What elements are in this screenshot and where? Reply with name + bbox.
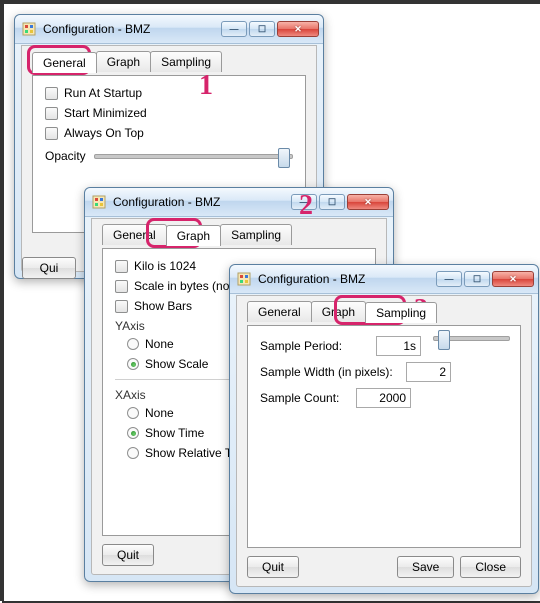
row-run-at-startup: Run At Startup — [45, 86, 293, 100]
window-title: Configuration - BMZ — [258, 272, 434, 286]
tab-graph[interactable]: Graph — [96, 51, 151, 72]
app-icon — [91, 194, 107, 210]
quit-button-partial[interactable]: Qui — [22, 257, 76, 279]
minimize-button[interactable]: — — [436, 271, 462, 287]
radio-yaxis-show-scale[interactable] — [127, 358, 139, 370]
app-icon — [21, 21, 37, 37]
input-sample-width[interactable]: 2 — [406, 362, 451, 382]
label-always-on-top: Always On Top — [64, 126, 144, 140]
tab-graph[interactable]: Graph — [311, 301, 366, 322]
minimize-button[interactable]: — — [221, 21, 247, 37]
row-sample-period: Sample Period: 1s — [260, 336, 508, 356]
window-title: Configuration - BMZ — [43, 22, 219, 36]
label-xaxis-none: None — [145, 406, 174, 420]
label-yaxis-show-scale: Show Scale — [145, 357, 208, 371]
label-sample-count: Sample Count: — [260, 391, 350, 405]
label-start-minimized: Start Minimized — [64, 106, 147, 120]
client-area: General Graph Sampling Sample Period: 1s… — [236, 295, 532, 587]
label-sample-period: Sample Period: — [260, 339, 370, 353]
row-always-on-top: Always On Top — [45, 126, 293, 140]
tabstrip: General Graph Sampling — [22, 46, 316, 72]
save-button[interactable]: Save — [397, 556, 454, 578]
maximize-button[interactable]: ☐ — [319, 194, 345, 210]
label-yaxis-none: None — [145, 337, 174, 351]
close-button-action[interactable]: Close — [460, 556, 521, 578]
close-button[interactable]: ✕ — [347, 194, 389, 210]
checkbox-start-minimized[interactable] — [45, 107, 58, 120]
row-sample-count: Sample Count: 2000 — [260, 388, 508, 408]
row-opacity: Opacity — [45, 146, 293, 166]
tab-general[interactable]: General — [32, 52, 97, 73]
minimize-button[interactable]: — — [291, 194, 317, 210]
radio-xaxis-show-time[interactable] — [127, 427, 139, 439]
input-sample-period[interactable]: 1s — [376, 336, 421, 356]
row-sample-width: Sample Width (in pixels): 2 — [260, 362, 508, 382]
checkbox-run-at-startup[interactable] — [45, 87, 58, 100]
close-button[interactable]: ✕ — [277, 21, 319, 37]
checkbox-show-bars[interactable] — [115, 300, 128, 313]
slider-opacity[interactable] — [94, 146, 293, 166]
tabstrip: General Graph Sampling — [237, 296, 531, 322]
row-start-minimized: Start Minimized — [45, 106, 293, 120]
titlebar[interactable]: Configuration - BMZ — ☐ ✕ — [15, 15, 323, 44]
checkbox-kilo[interactable] — [115, 260, 128, 273]
radio-xaxis-show-rel[interactable] — [127, 447, 139, 459]
label-kilo: Kilo is 1024 — [134, 259, 196, 273]
tab-general[interactable]: General — [102, 224, 167, 245]
label-xaxis-show-time: Show Time — [145, 426, 204, 440]
maximize-button[interactable]: ☐ — [249, 21, 275, 37]
window-title: Configuration - BMZ — [113, 195, 289, 209]
tab-general[interactable]: General — [247, 301, 312, 322]
quit-button[interactable]: Quit — [102, 544, 154, 566]
radio-yaxis-none[interactable] — [127, 338, 139, 350]
app-icon — [236, 271, 252, 287]
tabstrip: General Graph Sampling — [92, 219, 386, 245]
label-sample-width: Sample Width (in pixels): — [260, 365, 400, 379]
window-sampling: Configuration - BMZ — ☐ ✕ General Graph … — [229, 264, 539, 594]
label-run-at-startup: Run At Startup — [64, 86, 142, 100]
input-sample-count[interactable]: 2000 — [356, 388, 411, 408]
label-opacity: Opacity — [45, 149, 86, 163]
checkbox-always-on-top[interactable] — [45, 127, 58, 140]
label-show-bars: Show Bars — [134, 299, 192, 313]
tab-graph[interactable]: Graph — [166, 225, 221, 246]
maximize-button[interactable]: ☐ — [464, 271, 490, 287]
buttonbar: Quit Save Close — [247, 556, 521, 578]
slider-sample-period[interactable] — [433, 336, 508, 356]
tab-sampling[interactable]: Sampling — [150, 51, 222, 72]
tab-sampling[interactable]: Sampling — [220, 224, 292, 245]
radio-xaxis-none[interactable] — [127, 407, 139, 419]
titlebar[interactable]: Configuration - BMZ — ☐ ✕ — [230, 265, 538, 294]
quit-button[interactable]: Quit — [247, 556, 299, 578]
titlebar[interactable]: Configuration - BMZ — ☐ ✕ — [85, 188, 393, 217]
tabpane-sampling: Sample Period: 1s Sample Width (in pixel… — [247, 325, 521, 548]
tab-sampling[interactable]: Sampling — [365, 302, 437, 323]
checkbox-scale-bytes[interactable] — [115, 280, 128, 293]
close-button[interactable]: ✕ — [492, 271, 534, 287]
